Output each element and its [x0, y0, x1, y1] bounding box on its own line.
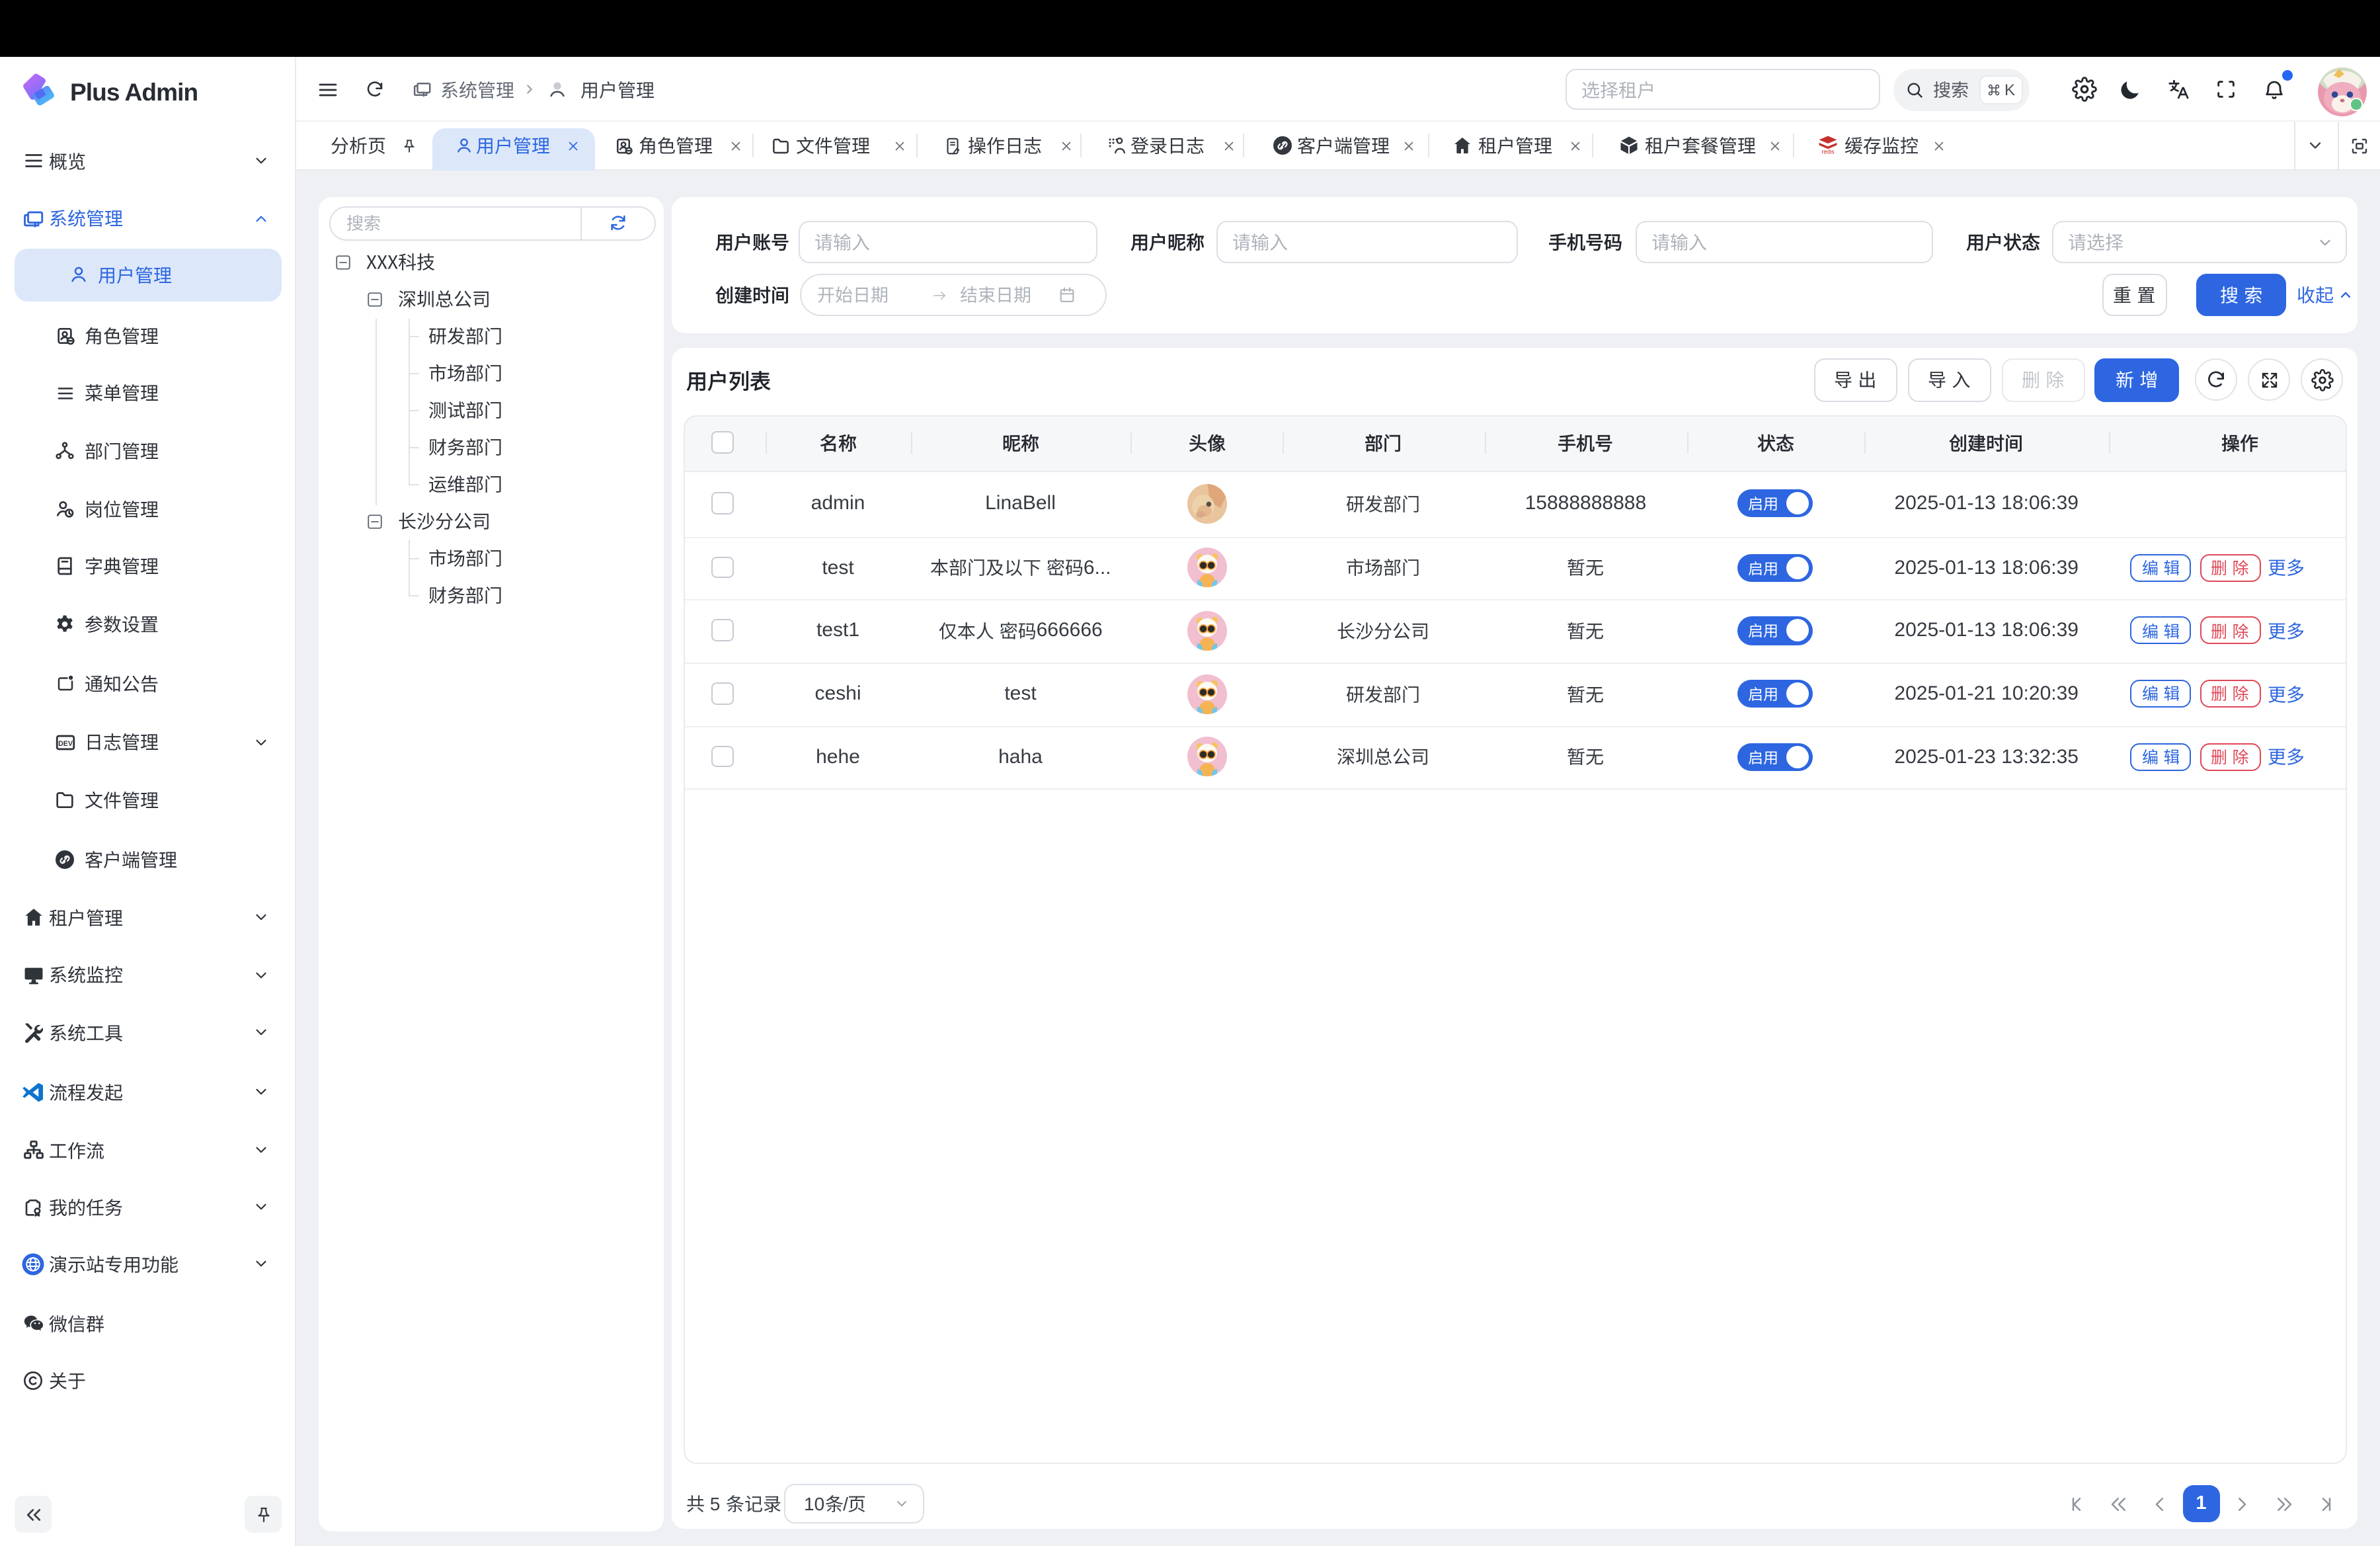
- svg-text:redis: redis: [1822, 149, 1835, 155]
- svg-text:DEV: DEV: [58, 739, 72, 747]
